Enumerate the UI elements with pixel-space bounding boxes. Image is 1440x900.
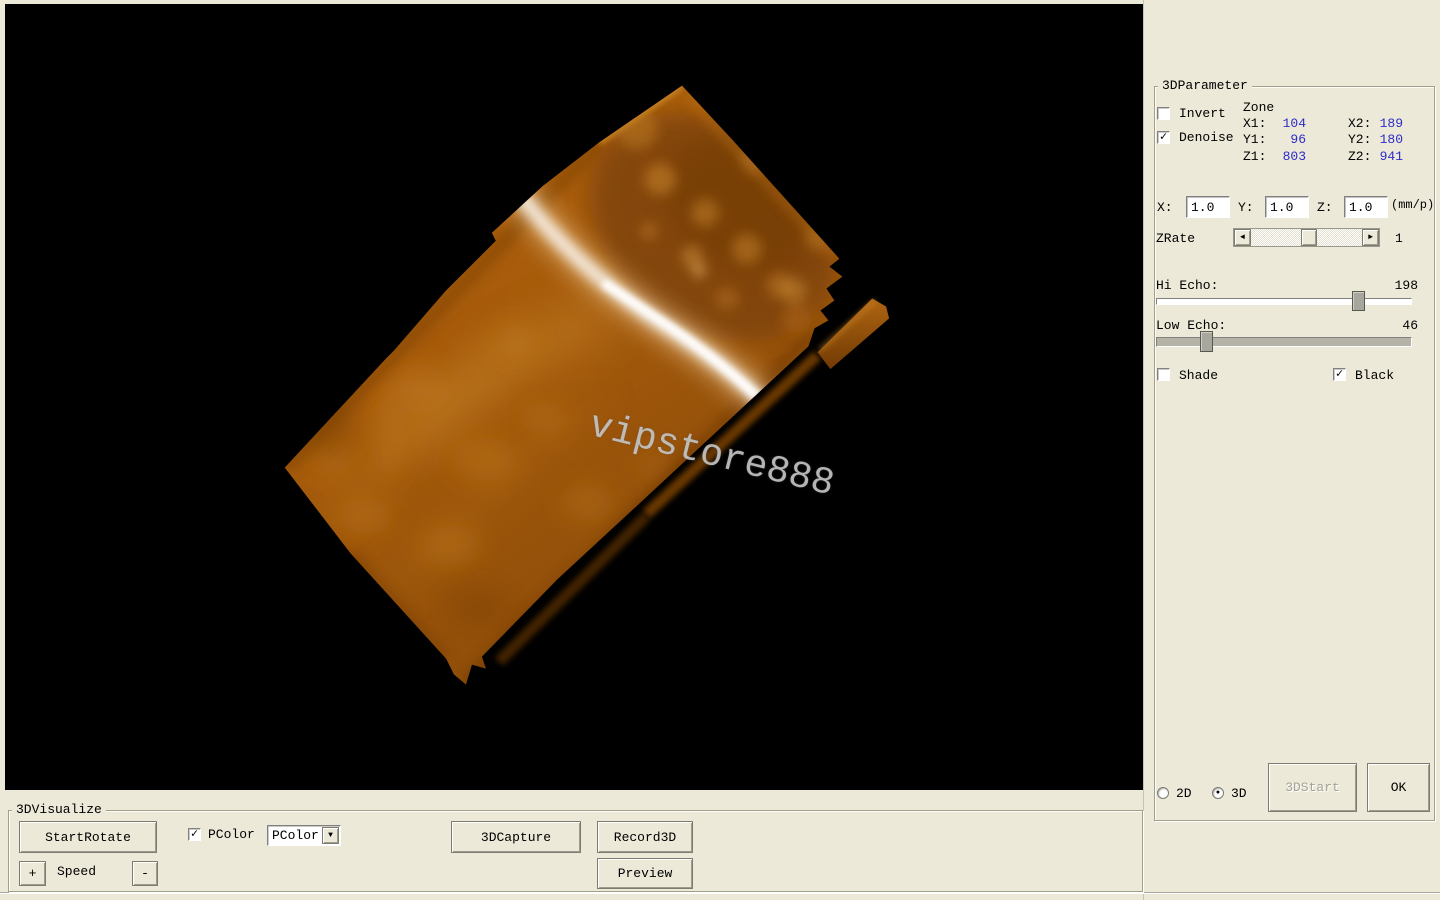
zone-title: Zone <box>1243 100 1274 115</box>
zone-x1-label: X1: <box>1243 116 1266 131</box>
x-scale-value: 1.0 <box>1191 200 1214 215</box>
black-checkbox[interactable]: ✓ <box>1333 368 1346 381</box>
y-scale-input[interactable]: 1.0 <box>1265 196 1309 218</box>
hi-echo-label: Hi Echo: <box>1156 278 1218 293</box>
invert-checkbox[interactable] <box>1157 107 1170 120</box>
mode-3d-radio[interactable]: ● <box>1212 787 1224 799</box>
zrate-value: 1 <box>1395 231 1403 246</box>
pcolor-dropdown-button[interactable]: ▼ <box>322 827 339 844</box>
panel-divider <box>1143 0 1144 900</box>
mode-2d-label: 2D <box>1176 786 1192 801</box>
zone-z1-label: Z1: <box>1243 149 1266 164</box>
hi-echo-value: 198 <box>1370 278 1418 293</box>
preview-button[interactable]: Preview <box>597 858 693 889</box>
speed-label: Speed <box>57 864 96 879</box>
x-scale-input[interactable]: 1.0 <box>1186 196 1230 218</box>
capture3d-button[interactable]: 3DCapture <box>451 821 581 853</box>
window-bottom-edge <box>0 892 1440 893</box>
scroll-right-icon: ► <box>1368 233 1373 242</box>
mode-2d-radio[interactable] <box>1157 787 1169 799</box>
low-echo-label: Low Echo: <box>1156 318 1226 333</box>
pcolor-checkbox[interactable]: ✓ <box>188 828 201 841</box>
low-echo-slider-track[interactable] <box>1156 337 1412 347</box>
zone-y1-value: 96 <box>1266 132 1306 147</box>
ok-button[interactable]: OK <box>1367 763 1430 812</box>
z-scale-input[interactable]: 1.0 <box>1344 196 1388 218</box>
visualize-group-title: 3DVisualize <box>12 803 106 817</box>
y-scale-value: 1.0 <box>1270 200 1293 215</box>
pcolor-dropdown[interactable]: PColor ▼ <box>267 825 341 846</box>
hi-echo-slider-track[interactable] <box>1156 298 1412 305</box>
render-viewport[interactable]: vipstore888 <box>5 4 1143 790</box>
pcolor-label: PColor <box>208 827 255 842</box>
hi-echo-slider-thumb[interactable] <box>1352 291 1365 311</box>
z-scale-label: Z: <box>1317 200 1333 215</box>
y-scale-label: Y: <box>1238 200 1254 215</box>
zrate-scroll-thumb[interactable] <box>1301 229 1317 246</box>
dropdown-arrow-icon: ▼ <box>328 831 333 840</box>
pcolor-dropdown-value: PColor <box>268 828 322 843</box>
speed-plus-button[interactable]: + <box>19 861 46 886</box>
zone-z1-value: 803 <box>1266 149 1306 164</box>
zrate-scrollbar[interactable]: ◄ ► <box>1233 228 1380 247</box>
denoise-label: Denoise <box>1179 130 1234 145</box>
parameter-group-title: 3DParameter <box>1158 79 1252 93</box>
pcolor-check-glyph: ✓ <box>191 829 198 839</box>
speed-minus-button[interactable]: - <box>132 861 158 886</box>
zrate-label: ZRate <box>1156 231 1195 246</box>
probe-stick <box>817 299 889 370</box>
shade-checkbox[interactable] <box>1157 368 1170 381</box>
zrate-scroll-left-button[interactable]: ◄ <box>1234 229 1251 246</box>
zone-x2-value: 189 <box>1363 116 1403 131</box>
scale-unit-label: (mm/p) <box>1391 198 1434 212</box>
zrate-scroll-right-button[interactable]: ► <box>1362 229 1379 246</box>
scroll-left-icon: ◄ <box>1240 233 1245 242</box>
mode-3d-radio-dot: ● <box>1216 790 1220 797</box>
black-check-glyph: ✓ <box>1336 369 1343 379</box>
shade-label: Shade <box>1179 368 1218 383</box>
low-echo-value: 46 <box>1370 318 1418 333</box>
record3d-button[interactable]: Record3D <box>597 821 693 853</box>
invert-label: Invert <box>1179 106 1226 121</box>
zone-x1-value: 104 <box>1266 116 1306 131</box>
low-echo-slider-thumb[interactable] <box>1200 331 1213 352</box>
x-scale-label: X: <box>1157 200 1173 215</box>
zone-z2-value: 941 <box>1363 149 1403 164</box>
zone-y1-label: Y1: <box>1243 132 1266 147</box>
black-label: Black <box>1355 368 1394 383</box>
z-scale-value: 1.0 <box>1349 200 1372 215</box>
mode-3d-label: 3D <box>1231 786 1247 801</box>
denoise-check-glyph: ✓ <box>1160 132 1167 142</box>
start-rotate-button[interactable]: StartRotate <box>19 821 157 853</box>
denoise-checkbox[interactable]: ✓ <box>1157 131 1170 144</box>
start3d-button[interactable]: 3DStart <box>1268 763 1357 812</box>
app-window: { "theme": { "panel_bg": "#ece9d8", "vie… <box>0 0 1440 900</box>
ultrasound-volume-render <box>5 4 1143 790</box>
zone-y2-value: 180 <box>1363 132 1403 147</box>
